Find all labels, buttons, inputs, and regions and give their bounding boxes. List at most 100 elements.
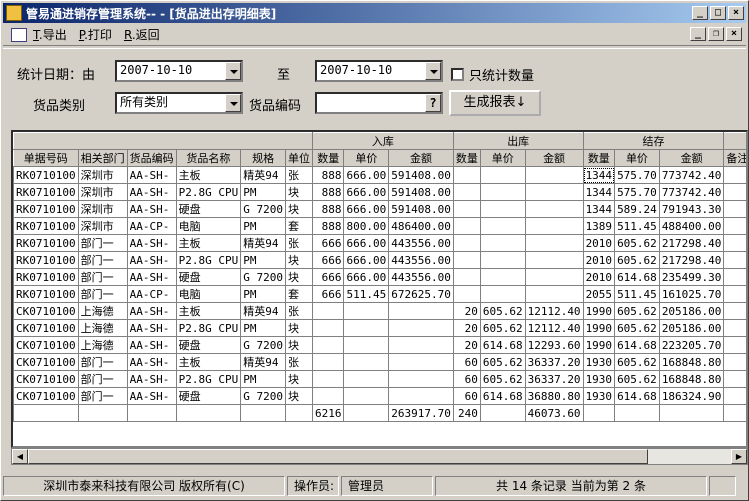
- table-cell[interactable]: RK0710100: [13, 217, 79, 235]
- table-cell[interactable]: 666.00: [343, 251, 390, 269]
- table-cell[interactable]: CK0710100: [13, 302, 79, 320]
- qty-only-checkbox[interactable]: [451, 68, 464, 81]
- table-cell[interactable]: 614.68: [614, 268, 660, 286]
- column-header[interactable]: 规格: [240, 149, 286, 167]
- table-cell[interactable]: 主板: [175, 234, 242, 252]
- table-cell[interactable]: 张: [284, 353, 313, 371]
- table-cell[interactable]: [723, 285, 746, 303]
- table-cell[interactable]: G 7200: [240, 336, 286, 354]
- column-header[interactable]: 数量: [452, 149, 481, 167]
- table-cell[interactable]: 666.00: [343, 268, 390, 286]
- table-cell[interactable]: 硬盘: [175, 336, 242, 354]
- table-cell[interactable]: 块: [284, 336, 313, 354]
- table-cell[interactable]: G 7200: [240, 200, 286, 218]
- table-cell[interactable]: 666: [311, 234, 345, 252]
- table-cell[interactable]: 666: [311, 268, 345, 286]
- table-cell[interactable]: [452, 166, 481, 184]
- table-cell[interactable]: 205186.00: [658, 319, 725, 337]
- table-cell[interactable]: 800.00: [343, 217, 390, 235]
- table-cell[interactable]: PM: [240, 285, 286, 303]
- table-cell[interactable]: 12112.40: [524, 302, 584, 320]
- table-cell[interactable]: 主板: [175, 166, 242, 184]
- table-cell[interactable]: 1930: [582, 370, 616, 388]
- table-cell[interactable]: [723, 217, 746, 235]
- table-cell[interactable]: [479, 217, 526, 235]
- table-row[interactable]: CK0710100 上海德 AA-SH- P2.8G CPU PM 块 20 605.62 12…: [13, 319, 746, 337]
- table-cell[interactable]: [452, 200, 481, 218]
- table-cell[interactable]: 20: [452, 319, 481, 337]
- table-cell[interactable]: 614.68: [614, 387, 660, 405]
- table-cell[interactable]: 666.00: [343, 166, 390, 184]
- table-cell[interactable]: [452, 234, 481, 252]
- table-cell[interactable]: 605.62: [614, 353, 660, 371]
- table-cell[interactable]: [343, 302, 390, 320]
- table-cell[interactable]: 主板: [175, 302, 242, 320]
- table-cell[interactable]: AA-SH-: [126, 336, 177, 354]
- table-cell[interactable]: [311, 336, 345, 354]
- minimize-button[interactable]: _: [692, 6, 708, 20]
- table-cell[interactable]: 443556.00: [388, 234, 454, 252]
- table-row[interactable]: RK0710100 部门一 AA-SH- 硬盘 G 7200 块 666 666.00 4435…: [13, 268, 746, 286]
- table-cell[interactable]: 1344: [582, 200, 616, 218]
- table-cell[interactable]: 深圳市: [77, 217, 128, 235]
- table-cell[interactable]: CK0710100: [13, 387, 79, 405]
- table-cell[interactable]: AA-SH-: [126, 251, 177, 269]
- column-header[interactable]: 单价: [614, 149, 660, 167]
- table-cell[interactable]: 666.00: [343, 200, 390, 218]
- table-cell[interactable]: 488400.00: [658, 217, 725, 235]
- table-cell[interactable]: [524, 268, 584, 286]
- table-cell[interactable]: 666: [311, 251, 345, 269]
- table-cell[interactable]: AA-SH-: [126, 234, 177, 252]
- table-row[interactable]: CK0710100 上海德 AA-SH- 硬盘 G 7200 块 20 614.68 12293…: [13, 336, 746, 354]
- table-cell[interactable]: RK0710100: [13, 251, 79, 269]
- table-cell[interactable]: 591408.00: [388, 200, 454, 218]
- table-cell[interactable]: AA-SH-: [126, 166, 177, 184]
- table-cell[interactable]: [524, 285, 584, 303]
- table-cell[interactable]: 2010: [582, 268, 616, 286]
- table-cell[interactable]: 1389: [582, 217, 616, 235]
- table-cell[interactable]: [452, 268, 481, 286]
- table-cell[interactable]: 上海德: [77, 336, 128, 354]
- table-cell[interactable]: [479, 234, 526, 252]
- table-cell[interactable]: AA-SH-: [126, 268, 177, 286]
- generate-report-button[interactable]: 生成报表↓: [449, 90, 541, 116]
- table-cell[interactable]: [388, 319, 454, 337]
- table-cell[interactable]: [723, 251, 746, 269]
- table-cell[interactable]: 1344: [582, 183, 616, 201]
- table-cell[interactable]: 块: [284, 319, 313, 337]
- table-cell[interactable]: 888: [311, 166, 345, 184]
- mdi-close-button[interactable]: ×: [726, 27, 742, 41]
- table-cell[interactable]: [524, 183, 584, 201]
- column-header[interactable]: 单据号码: [13, 149, 79, 167]
- column-header[interactable]: 金额: [388, 149, 454, 167]
- table-row[interactable]: RK0710100 深圳市 AA-SH- 主板 精英94 张 888 666.00 591408…: [13, 166, 746, 184]
- table-cell[interactable]: [524, 166, 584, 184]
- table-cell[interactable]: 部门一: [77, 285, 128, 303]
- table-cell[interactable]: [388, 336, 454, 354]
- table-cell[interactable]: 205186.00: [658, 302, 725, 320]
- horizontal-scrollbar[interactable]: ◀ ▶: [11, 448, 748, 465]
- table-cell[interactable]: 深圳市: [77, 183, 128, 201]
- table-cell[interactable]: 36337.20: [524, 353, 584, 371]
- table-cell[interactable]: 部门一: [77, 353, 128, 371]
- table-cell[interactable]: 部门一: [77, 268, 128, 286]
- column-header[interactable]: 单位: [284, 149, 313, 167]
- table-cell[interactable]: 硬盘: [175, 387, 242, 405]
- table-cell[interactable]: RK0710100: [13, 285, 79, 303]
- table-cell[interactable]: [479, 268, 526, 286]
- close-button[interactable]: ×: [728, 6, 744, 20]
- table-cell[interactable]: [452, 183, 481, 201]
- table-cell[interactable]: AA-SH-: [126, 302, 177, 320]
- table-cell[interactable]: [343, 353, 390, 371]
- table-cell[interactable]: [311, 319, 345, 337]
- table-cell[interactable]: 60: [452, 387, 481, 405]
- table-cell[interactable]: [388, 353, 454, 371]
- menu-export[interactable]: T.导出: [33, 26, 67, 43]
- table-cell[interactable]: 511.45: [343, 285, 390, 303]
- table-cell[interactable]: [723, 166, 746, 184]
- column-header[interactable]: 货品名称: [175, 149, 242, 167]
- table-cell[interactable]: [723, 319, 746, 337]
- table-cell[interactable]: 1990: [582, 302, 616, 320]
- table-cell[interactable]: 精英94: [240, 302, 286, 320]
- table-cell[interactable]: 部门一: [77, 387, 128, 405]
